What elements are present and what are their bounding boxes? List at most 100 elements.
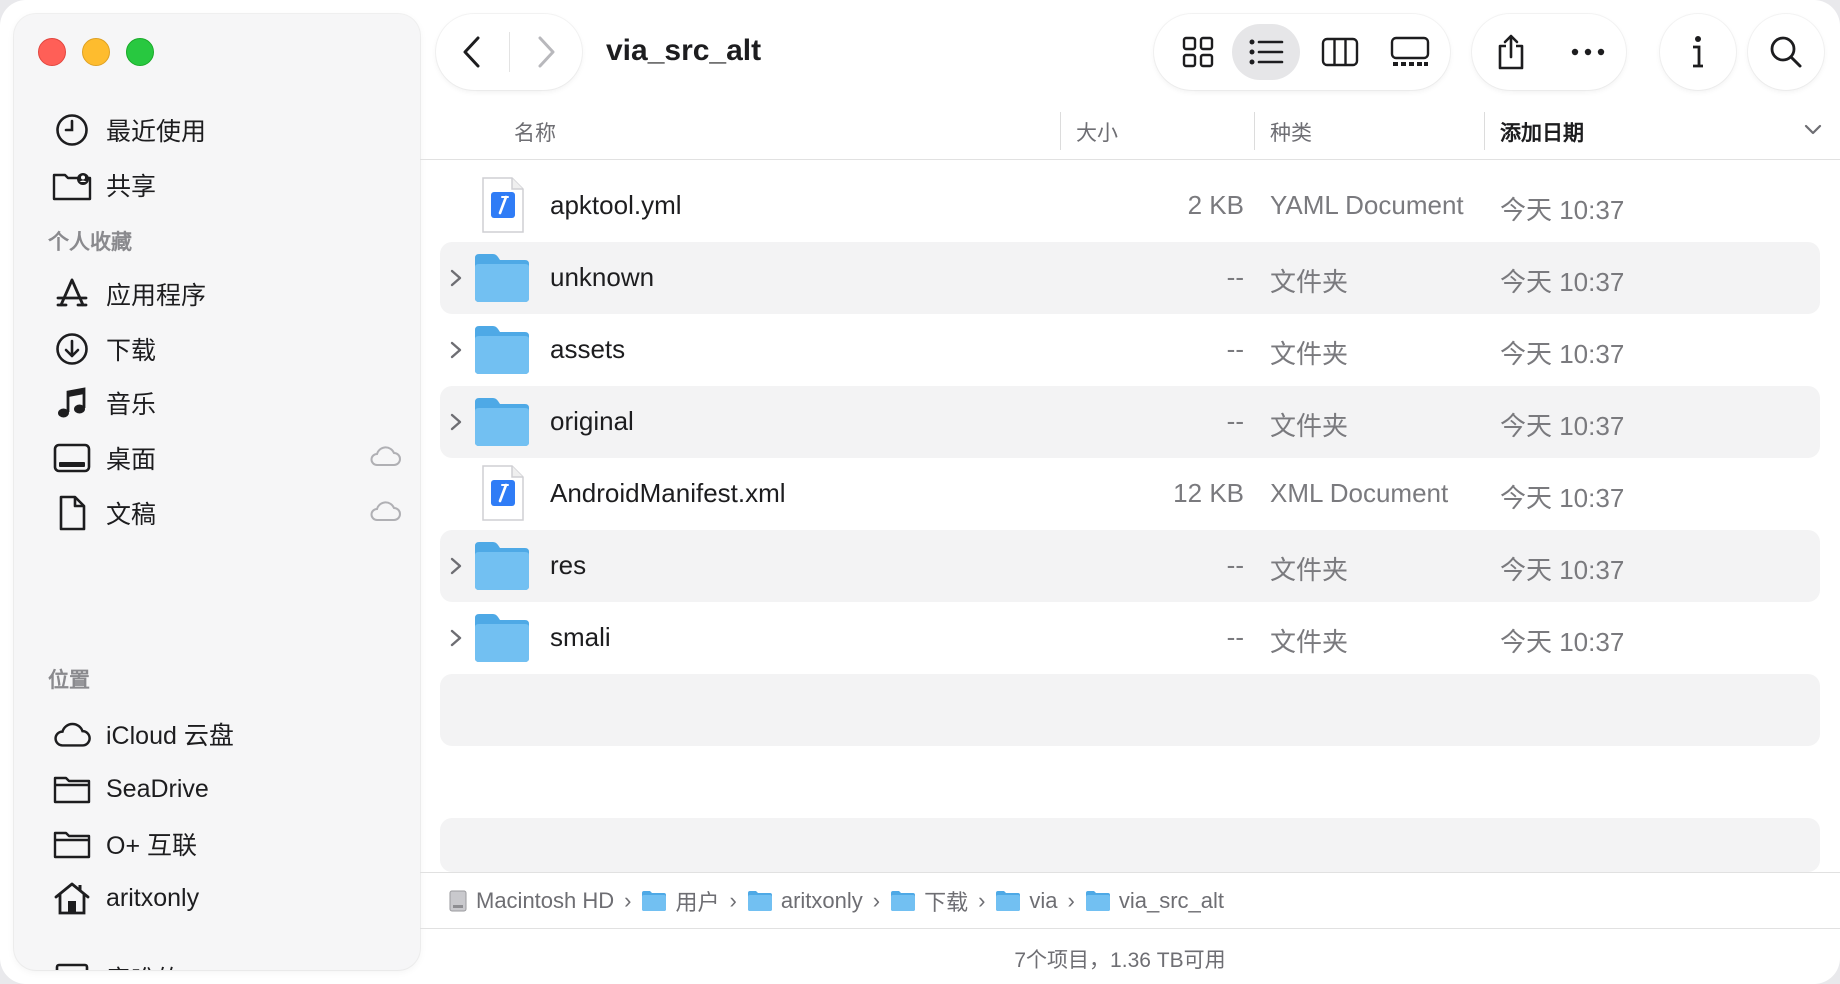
- applications-icon: [52, 274, 92, 314]
- empty-row: [440, 818, 1820, 872]
- column-header-size[interactable]: 大小: [1076, 117, 1118, 147]
- path-crumb[interactable]: Macintosh HD: [448, 888, 614, 914]
- sidebar-item-documents[interactable]: 文稿: [52, 491, 402, 535]
- locations-heading: 位置: [48, 669, 90, 692]
- folder-icon: [642, 891, 667, 911]
- path-separator-chevron-icon: ›: [1067, 888, 1075, 913]
- gallery-view-button[interactable]: [1376, 24, 1444, 80]
- view-mode-switcher: [1154, 14, 1450, 90]
- list-view-button[interactable]: [1232, 24, 1300, 80]
- sidebar-item-seadrive[interactable]: SeaDrive: [52, 767, 402, 811]
- path-crumb[interactable]: aritxonly: [747, 888, 863, 914]
- header-divider: [420, 159, 1840, 160]
- more-actions-button[interactable]: [1549, 14, 1626, 90]
- sidebar-item-music[interactable]: 音乐: [52, 381, 402, 425]
- minimize-button[interactable]: [82, 38, 110, 66]
- shared-folder-icon: [52, 165, 92, 205]
- folder-icon: [891, 891, 916, 911]
- path-crumb-label: via: [1029, 888, 1058, 913]
- folder-icon: [52, 824, 92, 864]
- home-icon: [52, 878, 92, 918]
- sidebar-item-label: 共享: [106, 173, 157, 201]
- file-date-added: 今天 10:37: [1500, 555, 1625, 585]
- sidebar-item-label: 音乐: [106, 391, 157, 419]
- file-row[interactable]: original -- 文件夹 今天 10:37: [440, 386, 1820, 458]
- sidebar-item-label: 桌面: [106, 446, 157, 474]
- path-crumb[interactable]: 下载: [890, 885, 968, 917]
- window-title: via_src_alt: [606, 34, 762, 67]
- get-info-button[interactable]: [1660, 14, 1736, 90]
- music-icon: [52, 383, 92, 423]
- sidebar-item-label: 最近使用: [106, 118, 207, 146]
- sidebar-item-label: 下载: [106, 337, 157, 365]
- file-row[interactable]: res -- 文件夹 今天 10:37: [440, 530, 1820, 602]
- column-header-name[interactable]: 名称: [514, 117, 556, 147]
- sidebar-item-label: 文稿: [106, 501, 157, 529]
- info-icon: [1693, 36, 1703, 68]
- file-kind: XML Document: [1270, 478, 1449, 508]
- path-crumb-label: 用户: [675, 890, 720, 915]
- sidebar-item-home[interactable]: aritxonly: [52, 876, 402, 920]
- path-separator-chevron-icon: ›: [872, 888, 881, 913]
- list-icon: [1249, 39, 1284, 65]
- sidebar-item-shared[interactable]: 共享: [52, 163, 402, 207]
- column-divider[interactable]: [1484, 112, 1485, 150]
- file-date-added: 今天 10:37: [1500, 627, 1625, 657]
- column-divider[interactable]: [1060, 112, 1061, 150]
- sidebar-item-macbook[interactable]: 音唯的MacBook Pro: [52, 956, 402, 970]
- file-size: --: [1226, 334, 1244, 364]
- sidebar-item-downloads[interactable]: 下载: [52, 327, 402, 371]
- column-header-kind[interactable]: 种类: [1270, 117, 1312, 147]
- navigation-controls: [436, 14, 582, 90]
- file-size: 12 KB: [1173, 478, 1244, 508]
- sort-chevron-down-icon[interactable]: [1804, 124, 1822, 136]
- sidebar-item-desktop[interactable]: 桌面: [52, 436, 402, 480]
- back-button[interactable]: [436, 14, 509, 90]
- file-kind: YAML Document: [1270, 190, 1464, 220]
- column-header-date-added[interactable]: 添加日期: [1500, 117, 1584, 147]
- zoom-button[interactable]: [126, 38, 154, 66]
- file-size: --: [1226, 622, 1244, 652]
- sidebar-item-label: SeaDrive: [106, 774, 209, 803]
- share-button[interactable]: [1472, 14, 1549, 90]
- file-row[interactable]: smali -- 文件夹 今天 10:37: [440, 602, 1820, 674]
- file-kind: 文件夹: [1270, 555, 1349, 585]
- search-icon: [1770, 36, 1802, 68]
- sidebar-item-recents[interactable]: 最近使用: [52, 108, 402, 152]
- file-date-added: 今天 10:37: [1500, 411, 1625, 441]
- path-crumb[interactable]: via: [995, 888, 1058, 914]
- finder-window: 最近使用 共享 个人收藏 应用程序 下载 音乐 桌面 文稿 位置 iCloud …: [0, 0, 1840, 984]
- file-kind: 文件夹: [1270, 267, 1349, 297]
- path-bar-divider: [420, 872, 1840, 873]
- file-kind: 文件夹: [1270, 627, 1349, 657]
- file-row[interactable]: AndroidManifest.xml 12 KB XML Document 今天 1…: [440, 458, 1820, 530]
- action-controls: [1472, 14, 1626, 90]
- column-view-button[interactable]: [1306, 24, 1374, 80]
- file-date-added: 今天 10:37: [1500, 483, 1625, 513]
- path-crumb-label: via_src_alt: [1118, 888, 1225, 913]
- folder-icon: [1085, 891, 1110, 911]
- path-crumb-label: 下载: [924, 890, 969, 915]
- search-button[interactable]: [1748, 14, 1824, 90]
- sidebar-item-icloud[interactable]: iCloud 云盘: [52, 712, 402, 756]
- file-size: --: [1226, 550, 1244, 580]
- favorites-heading: 个人收藏: [48, 231, 132, 254]
- close-button[interactable]: [38, 38, 66, 66]
- sidebar-item-oplus[interactable]: O+ 互联: [52, 822, 402, 866]
- sidebar-item-label: 音唯的MacBook Pro: [106, 960, 331, 970]
- empty-row: [440, 674, 1820, 746]
- forward-button[interactable]: [510, 14, 583, 90]
- file-row[interactable]: apktool.yml 2 KB YAML Document 今天 10:37: [440, 170, 1820, 242]
- path-crumb[interactable]: 用户: [641, 885, 720, 917]
- path-crumb[interactable]: via_src_alt: [1085, 888, 1224, 914]
- download-icon: [52, 329, 92, 369]
- file-date-added: 今天 10:37: [1500, 195, 1625, 225]
- file-size: --: [1226, 262, 1244, 292]
- file-row[interactable]: unknown -- 文件夹 今天 10:37: [440, 242, 1820, 314]
- path-bar: Macintosh HD › 用户 › aritxonly › 下载 › via › via_src…: [448, 886, 1224, 916]
- column-divider[interactable]: [1254, 112, 1255, 150]
- icon-view-button[interactable]: [1164, 24, 1232, 80]
- sidebar-item-applications[interactable]: 应用程序: [52, 272, 402, 316]
- sidebar: 最近使用 共享 个人收藏 应用程序 下载 音乐 桌面 文稿 位置 iCloud …: [14, 14, 420, 970]
- file-row[interactable]: assets -- 文件夹 今天 10:37: [440, 314, 1820, 386]
